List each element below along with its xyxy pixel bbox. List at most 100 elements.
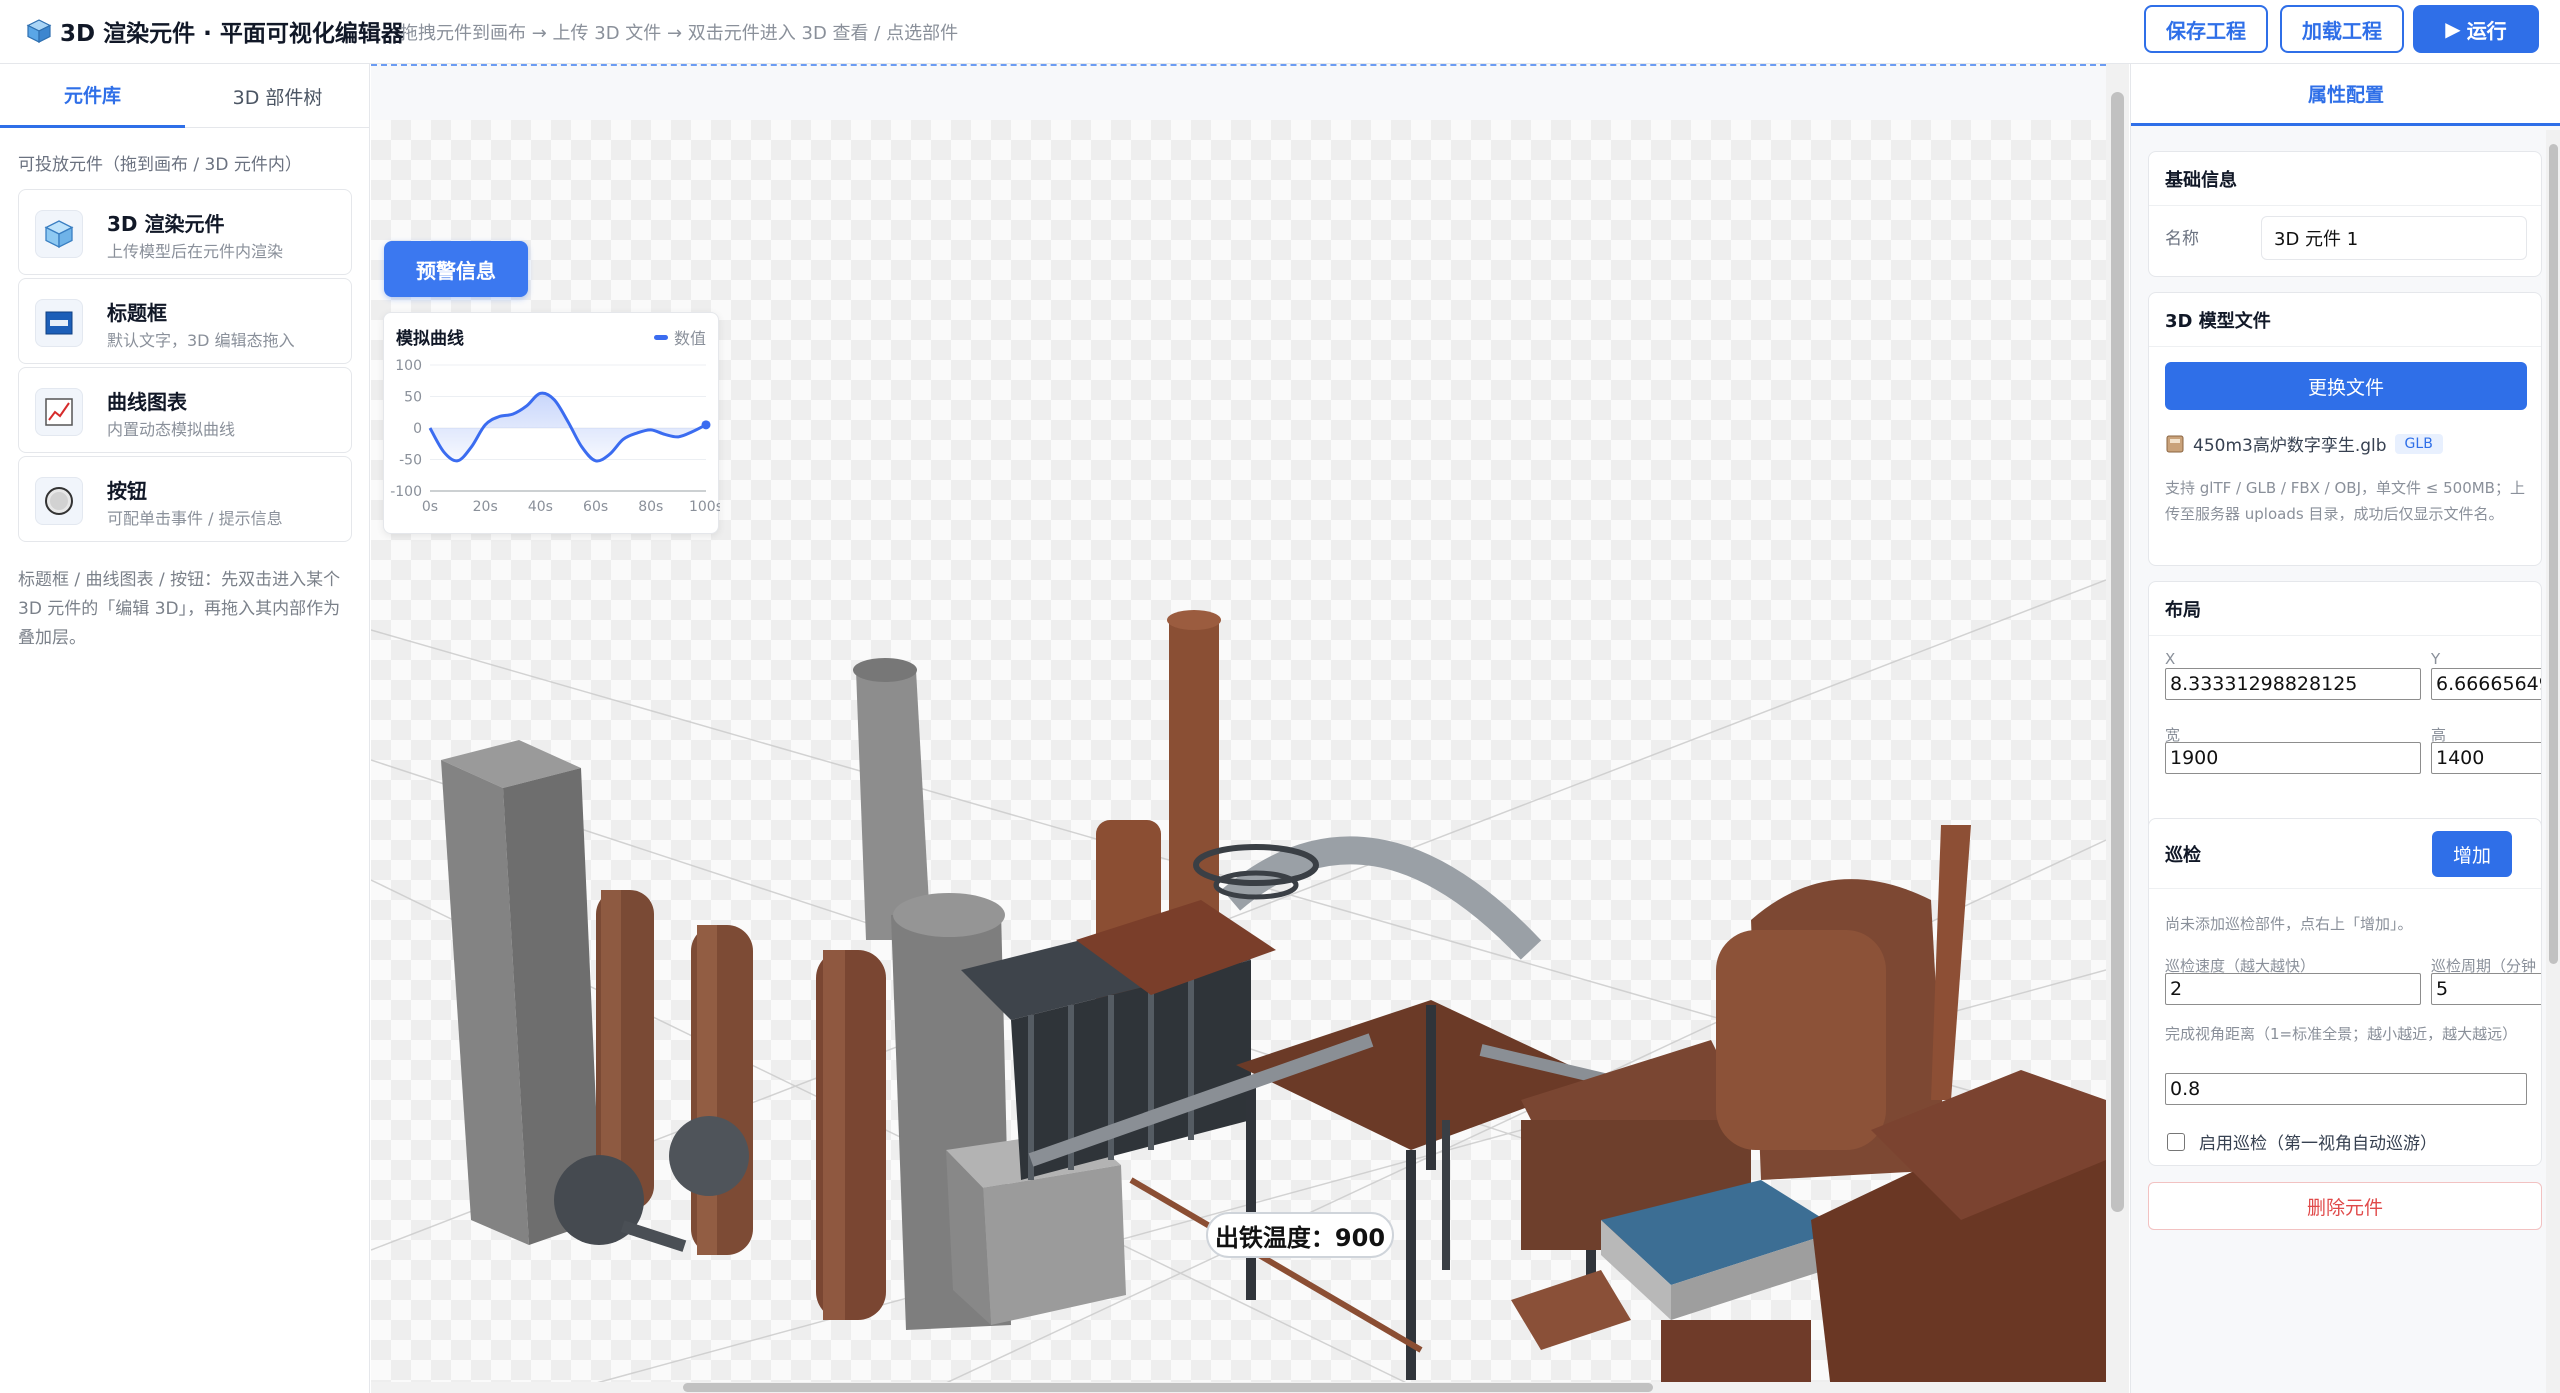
y-tick-label: -50: [399, 453, 422, 469]
line-chart-icon-wrap: [35, 388, 83, 436]
file-icon: [2166, 435, 2184, 452]
basic-info-section: 基础信息 名称 3D 元件 1: [2148, 151, 2542, 277]
x-tick-label: 0s: [422, 499, 438, 515]
file-support-note: 支持 glTF / GLB / FBX / OBJ，单文件 ≤ 500MB；上传…: [2165, 479, 2525, 523]
cube-logo-icon: [26, 19, 52, 43]
y-tick-label: -100: [390, 484, 422, 500]
load-project-button[interactable]: 加载工程: [2280, 5, 2404, 53]
delete-component-button[interactable]: 删除元件: [2148, 1182, 2542, 1230]
left-tabs: 元件库 3D 部件树: [0, 64, 370, 128]
alert-info-button[interactable]: 预警信息: [384, 241, 528, 297]
chart-title: 模拟曲线: [396, 329, 464, 349]
component-3d-render[interactable]: 3D 渲染元件 上传模型后在元件内渲染: [18, 189, 352, 275]
component-desc: 可配单击事件 / 提示信息: [107, 509, 283, 528]
app-subtitle: 拖拽元件到画布 → 上传 3D 文件 → 双击元件进入 3D 查看 / 点选部件: [400, 23, 959, 44]
name-input[interactable]: 3D 元件 1: [2261, 216, 2527, 260]
replace-file-button[interactable]: 更换文件: [2165, 362, 2527, 410]
model-file-section: 3D 模型文件 更换文件 450m3高炉数字孪生.glb GLB 支持 glTF…: [2148, 292, 2542, 566]
component-title-box[interactable]: 标题框 默认文字，3D 编辑态拖入: [18, 278, 352, 364]
library-note: 标题框 / 曲线图表 / 按钮：先双击进入某个 3D 元件的「编辑 3D」，再拖…: [18, 570, 341, 648]
cube-icon: [44, 220, 74, 249]
run-label: 运行: [2466, 18, 2507, 43]
run-button[interactable]: ▶ 运行: [2413, 5, 2539, 53]
section-title: 基础信息: [2149, 152, 2541, 206]
factory-3d-render[interactable]: [371, 120, 2106, 1390]
x-tick-label: 60s: [583, 499, 608, 515]
tab-3d-part-tree[interactable]: 3D 部件树: [185, 64, 370, 128]
canvas-top-strip: [371, 64, 2106, 120]
canvas-vertical-scrollbar[interactable]: [2106, 64, 2129, 1393]
patrol-empty-text: 尚未添加巡检部件，点右上「增加」。: [2165, 915, 2413, 933]
last-point: [701, 420, 711, 430]
save-project-button[interactable]: 保存工程: [2144, 5, 2268, 53]
enable-patrol-label: 启用巡检（第一视角自动巡游）: [2199, 1134, 2437, 1154]
enable-patrol-row[interactable]: 启用巡检（第一视角自动巡游）: [2167, 1129, 2437, 1154]
section-title: 布局: [2149, 582, 2541, 636]
save-project-label: 保存工程: [2166, 18, 2246, 43]
component-library-panel: 元件库 3D 部件树 可投放元件（拖到画布 / 3D 元件内） 3D 渲染元件 …: [0, 64, 370, 1393]
name-label: 名称: [2165, 229, 2199, 249]
add-patrol-button[interactable]: 增加: [2432, 831, 2512, 877]
library-hint: 可投放元件（拖到画布 / 3D 元件内）: [18, 155, 302, 175]
editor-canvas[interactable]: 预警信息 模拟曲线 数值 100 50 0 -50 -100 0s 20s 40s 60s 80s…: [371, 64, 2129, 1393]
y-tick-label: 100: [395, 358, 422, 374]
line-chart-icon: [45, 398, 73, 426]
legend-label: 数值: [673, 329, 706, 348]
component-title: 曲线图表: [107, 390, 187, 414]
app-header: 3D 渲染元件 · 平面可视化编辑器 拖拽元件到画布 → 上传 3D 文件 → …: [0, 0, 2560, 64]
3d-viewport[interactable]: 预警信息 模拟曲线 数值 100 50 0 -50 -100 0s 20s 40s 60s 80s…: [371, 120, 2106, 1390]
view-distance-label: 完成视角距离（1=标准全景；越小越近，越大越远）: [2165, 1025, 2518, 1043]
component-desc: 内置动态模拟曲线: [107, 420, 236, 439]
file-name: 450m3高炉数字孪生.glb: [2193, 436, 2387, 456]
horizontal-scroll-thumb[interactable]: [683, 1383, 1653, 1392]
enable-patrol-checkbox[interactable]: [2167, 1132, 2185, 1151]
width-input[interactable]: 1900: [2165, 742, 2421, 774]
tab-properties[interactable]: 属性配置: [2131, 64, 2560, 126]
properties-scroll-thumb[interactable]: [2549, 144, 2558, 964]
patrol-section: 巡检 增加 尚未添加巡检部件，点右上「增加」。 巡检速度（越大越快） 巡检周期（…: [2148, 818, 2542, 1166]
model-file-row: 450m3高炉数字孪生.glb GLB: [2165, 431, 2443, 456]
x-input[interactable]: 8.33331298828125: [2165, 668, 2421, 700]
patrol-speed-input[interactable]: 2: [2165, 973, 2421, 1005]
component-title: 标题框: [107, 301, 167, 325]
component-desc: 默认文字，3D 编辑态拖入: [107, 331, 295, 350]
x-tick-label: 20s: [473, 499, 498, 515]
patrol-period-input[interactable]: 5: [2431, 973, 2541, 1005]
simulated-curve-chart[interactable]: 模拟曲线 数值 100 50 0 -50 -100 0s 20s 40s 60s 80s 100s: [383, 312, 720, 534]
component-desc: 上传模型后在元件内渲染: [107, 242, 284, 261]
load-project-label: 加载工程: [2302, 18, 2382, 43]
y-input[interactable]: 6.66665649: [2431, 668, 2541, 700]
text-box-icon: [45, 311, 73, 335]
app-title: 3D 渲染元件 · 平面可视化编辑器: [60, 21, 404, 47]
y-tick-label: 50: [404, 390, 422, 406]
canvas-horizontal-scrollbar[interactable]: [371, 1382, 2106, 1393]
tab-component-library[interactable]: 元件库: [0, 64, 185, 128]
chart-plot: 100 50 0 -50 -1000s 20s 40s 60s 80s 100s: [390, 358, 720, 515]
circle-button-icon: [45, 487, 73, 515]
y-label: Y: [2431, 650, 2441, 668]
section-title: 3D 模型文件: [2149, 293, 2541, 347]
component-title: 按钮: [107, 479, 147, 503]
component-button[interactable]: 按钮 可配单击事件 / 提示信息: [18, 456, 352, 542]
series-area: [430, 393, 706, 461]
properties-scrollbar[interactable]: [2546, 130, 2560, 1393]
play-icon: ▶: [2445, 17, 2461, 41]
height-input[interactable]: 1400: [2431, 742, 2541, 774]
x-tick-label: 40s: [528, 499, 553, 515]
circle-button-icon-wrap: [35, 477, 83, 525]
chart-legend: 数值: [653, 325, 706, 349]
component-title: 3D 渲染元件: [107, 212, 225, 236]
file-type-badge: GLB: [2394, 433, 2443, 454]
x-label: X: [2165, 650, 2176, 668]
x-tick-label: 100s: [689, 499, 720, 515]
properties-panel: 属性配置 基础信息 名称 3D 元件 1 3D 模型文件 更换文件 450m3高…: [2130, 64, 2560, 1393]
cube-icon-wrap: [35, 210, 83, 258]
y-tick-label: 0: [413, 421, 422, 437]
component-line-chart[interactable]: 曲线图表 内置动态模拟曲线: [18, 367, 352, 453]
vertical-scroll-thumb[interactable]: [2111, 92, 2124, 1212]
iron-temperature-label[interactable]: 出铁温度：900: [1206, 1212, 1394, 1258]
legend-swatch: [653, 334, 668, 340]
view-distance-input[interactable]: 0.8: [2165, 1073, 2527, 1105]
x-tick-label: 80s: [638, 499, 663, 515]
text-box-icon-wrap: [35, 299, 83, 347]
